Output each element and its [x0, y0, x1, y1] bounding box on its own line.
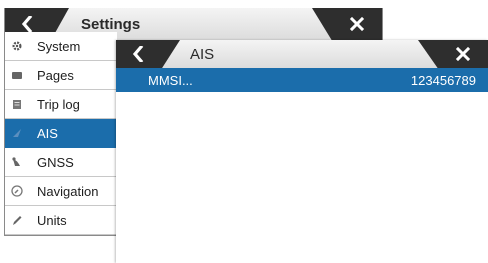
settings-menu: System Pages Trip log AIS GNSS Navigatio… — [5, 32, 117, 235]
ais-panel: AIS MMSI... 123456789 — [116, 40, 488, 263]
ais-title: AIS — [190, 45, 215, 63]
menu-item-ais[interactable]: AIS — [5, 119, 117, 148]
menu-item-label: GNSS — [37, 154, 74, 170]
settings-close-button[interactable] — [332, 8, 382, 40]
menu-item-gnss[interactable]: GNSS — [5, 148, 117, 177]
menu-item-label: AIS — [37, 125, 58, 141]
menu-item-label: Units — [37, 212, 67, 228]
ais-back-button[interactable] — [116, 40, 160, 68]
menu-item-navigation[interactable]: Navigation — [5, 177, 117, 206]
chevron-left-icon — [132, 46, 144, 62]
menu-item-label: Trip log — [37, 96, 80, 112]
ais-titlebar: AIS — [116, 40, 488, 68]
mmsi-label: MMSI... — [148, 72, 193, 88]
mmsi-row[interactable]: MMSI... 123456789 — [116, 68, 488, 92]
menu-item-system[interactable]: System — [5, 32, 117, 61]
pages-icon — [10, 68, 24, 82]
mmsi-value: 123456789 — [410, 72, 476, 88]
close-icon — [456, 47, 470, 61]
ais-close-button[interactable] — [438, 40, 488, 68]
trip-log-icon — [10, 97, 24, 111]
compass-icon — [10, 184, 24, 198]
ais-icon — [10, 126, 24, 140]
menu-item-units[interactable]: Units — [5, 206, 117, 235]
pencil-icon — [10, 213, 24, 227]
close-icon — [350, 17, 364, 31]
menu-item-label: System — [37, 38, 81, 54]
menu-item-label: Navigation — [37, 183, 99, 199]
menu-item-label: Pages — [37, 67, 74, 83]
menu-item-trip-log[interactable]: Trip log — [5, 90, 117, 119]
chevron-left-icon — [21, 16, 33, 32]
gear-icon — [10, 39, 24, 53]
menu-item-pages[interactable]: Pages — [5, 61, 117, 90]
satellite-icon — [10, 155, 24, 169]
